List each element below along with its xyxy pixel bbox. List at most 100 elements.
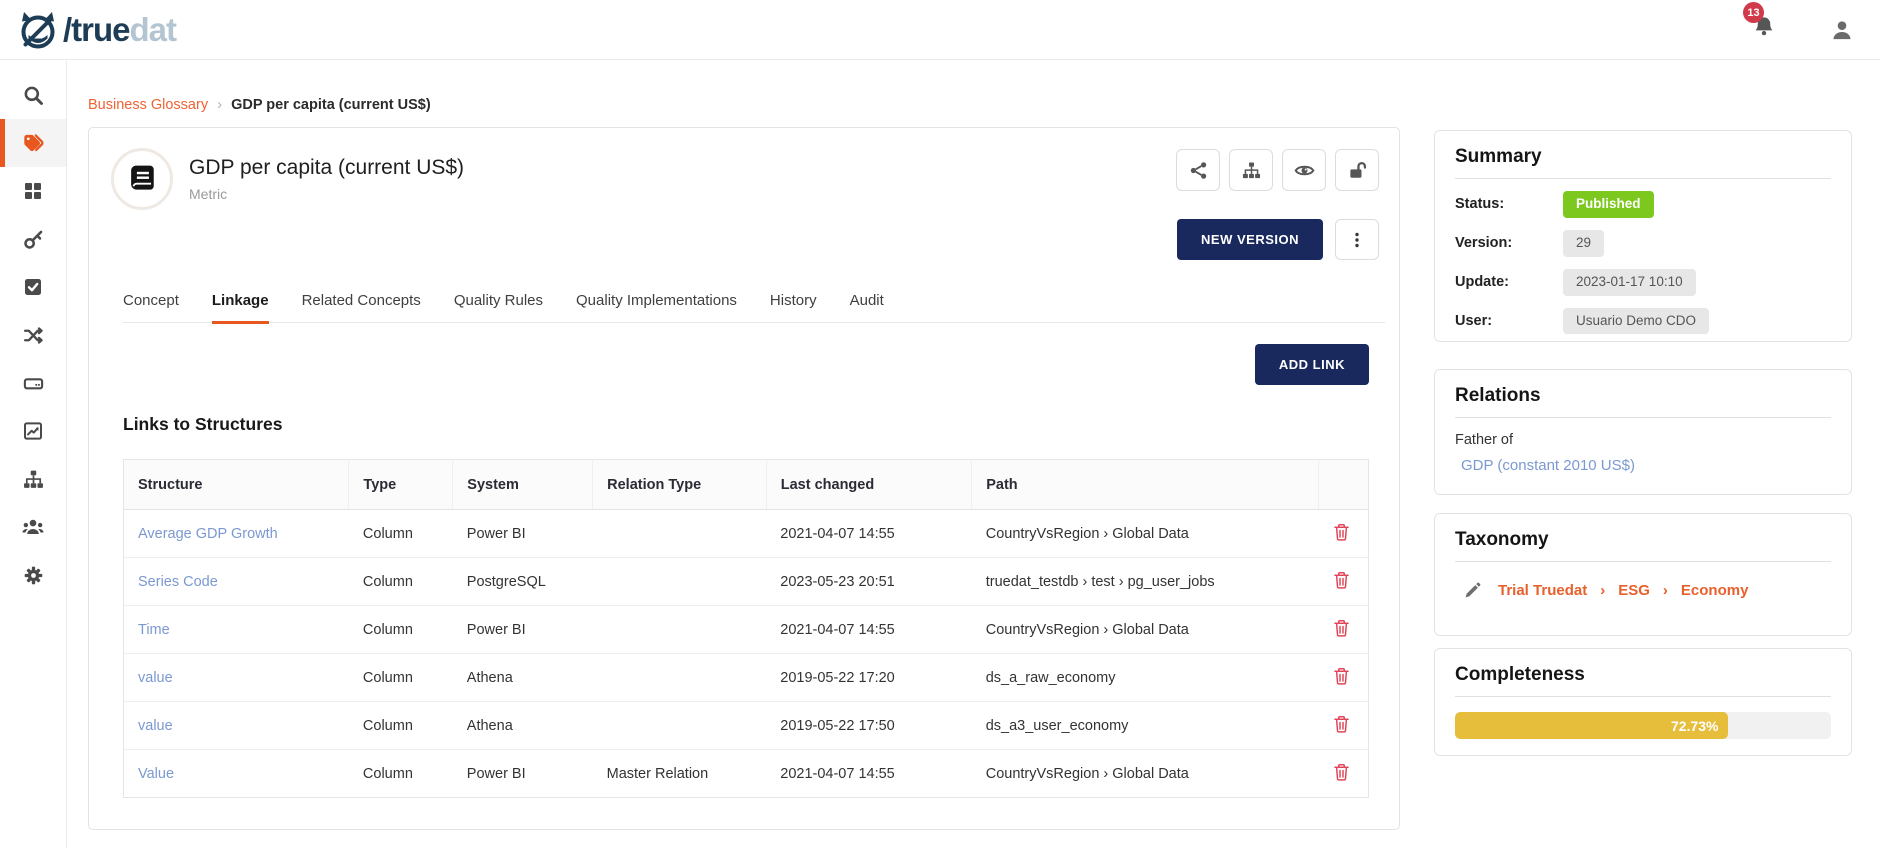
notifications-button[interactable]: 13	[1752, 15, 1776, 44]
completeness-fill: 72.73%	[1455, 712, 1728, 739]
watch-button[interactable]	[1282, 149, 1326, 191]
truedat-logo[interactable]: /truedat	[16, 8, 176, 52]
col-actions	[1319, 460, 1369, 510]
table-row: ValueColumnPower BIMaster Relation2021-0…	[124, 750, 1369, 798]
structure-link[interactable]: value	[138, 670, 173, 686]
cell-type: Column	[349, 558, 453, 606]
tab-quality-implementations[interactable]: Quality Implementations	[576, 292, 737, 324]
tab-concept[interactable]: Concept	[123, 292, 179, 324]
new-version-button[interactable]: NEW VERSION	[1177, 219, 1323, 260]
trash-icon	[1333, 667, 1350, 685]
sitemap-icon	[23, 469, 44, 490]
sidebar-item-permissions[interactable]	[0, 215, 66, 263]
add-link-button[interactable]: ADD LINK	[1255, 344, 1369, 385]
structure-link[interactable]: Value	[138, 766, 174, 782]
summary-user-row: User: Usuario Demo CDO	[1455, 308, 1831, 335]
concept-toolbar	[1176, 149, 1379, 191]
tab-linkage[interactable]: Linkage	[212, 292, 269, 324]
sidebar	[0, 61, 67, 848]
delete-link-button[interactable]	[1333, 523, 1350, 541]
more-actions-button[interactable]	[1335, 219, 1379, 260]
sidebar-item-insights[interactable]	[0, 407, 66, 455]
concept-title: GDP per capita (current US$)	[189, 156, 464, 180]
table-row: valueColumnAthena2019-05-22 17:50ds_a3_u…	[124, 702, 1369, 750]
structure-link[interactable]: Average GDP Growth	[138, 526, 278, 542]
taxonomy-link-subdomain[interactable]: ESG	[1618, 582, 1650, 599]
table-row: Average GDP GrowthColumnPower BI2021-04-…	[124, 510, 1369, 558]
delete-link-button[interactable]	[1333, 763, 1350, 781]
delete-link-button[interactable]	[1333, 619, 1350, 637]
cell-type: Column	[349, 510, 453, 558]
version-value: 29	[1563, 230, 1604, 257]
tab-history[interactable]: History	[770, 292, 817, 324]
cell-relation-type	[593, 510, 767, 558]
hard-drive-icon	[23, 373, 44, 394]
user-value: Usuario Demo CDO	[1563, 308, 1709, 335]
cell-relation-type	[593, 606, 767, 654]
sidebar-item-glossary[interactable]	[0, 119, 66, 167]
summary-panel: Summary Status: Published Version: 29 Up…	[1434, 130, 1852, 342]
links-section-title: Links to Structures	[123, 414, 282, 435]
col-last-changed: Last changed	[766, 460, 971, 510]
breadcrumb-current: GDP per capita (current US$)	[231, 97, 431, 113]
table-row: valueColumnAthena2019-05-22 17:20ds_a_ra…	[124, 654, 1369, 702]
trash-icon	[1333, 619, 1350, 637]
sidebar-item-users[interactable]	[0, 503, 66, 551]
cell-type: Column	[349, 702, 453, 750]
col-type: Type	[349, 460, 453, 510]
lineage-button[interactable]	[1229, 149, 1273, 191]
sidebar-item-lineage[interactable]	[0, 311, 66, 359]
lock-button[interactable]	[1335, 149, 1379, 191]
relation-link[interactable]: GDP (constant 2010 US$)	[1461, 457, 1831, 474]
concept-actions: NEW VERSION	[1177, 219, 1379, 260]
cell-path: CountryVsRegion › Global Data	[972, 510, 1319, 558]
eye-icon	[1294, 160, 1315, 181]
structure-link[interactable]: Time	[138, 622, 170, 638]
taxonomy-link-domain[interactable]: Trial Truedat	[1498, 582, 1587, 599]
users-icon	[22, 516, 44, 538]
concept-avatar	[111, 148, 173, 210]
sidebar-item-settings[interactable]	[0, 551, 66, 599]
logo-wordmark: /truedat	[63, 13, 176, 46]
completeness-panel: Completeness 72.73%	[1434, 648, 1852, 756]
book-icon	[126, 163, 158, 195]
tab-related-concepts[interactable]: Related Concepts	[302, 292, 421, 324]
tags-icon	[22, 132, 44, 154]
cell-last-changed: 2019-05-22 17:50	[766, 702, 971, 750]
sidebar-item-quality[interactable]	[0, 263, 66, 311]
tab-audit[interactable]: Audit	[850, 292, 884, 324]
structure-link[interactable]: value	[138, 718, 173, 734]
cell-path: CountryVsRegion › Global Data	[972, 750, 1319, 798]
edit-taxonomy-button[interactable]	[1463, 581, 1482, 600]
breadcrumb-parent-link[interactable]: Business Glossary	[88, 97, 208, 113]
tab-quality-rules[interactable]: Quality Rules	[454, 292, 543, 324]
structure-link[interactable]: Series Code	[138, 574, 218, 590]
sidebar-item-data-catalog[interactable]	[0, 359, 66, 407]
completeness-value: 72.73%	[1671, 718, 1718, 734]
cell-path: truedat_testdb › test › pg_user_jobs	[972, 558, 1319, 606]
links-table: Structure Type System Relation Type Last…	[123, 459, 1369, 798]
sidebar-item-search[interactable]	[0, 71, 66, 119]
cell-path: ds_a_raw_economy	[972, 654, 1319, 702]
sidebar-item-taxonomy[interactable]	[0, 455, 66, 503]
user-menu-button[interactable]	[1830, 18, 1854, 42]
cell-last-changed: 2021-04-07 14:55	[766, 606, 971, 654]
share-button[interactable]	[1176, 149, 1220, 191]
sidebar-item-dashboards[interactable]	[0, 167, 66, 215]
shuffle-icon	[23, 325, 44, 346]
taxonomy-link-leaf[interactable]: Economy	[1681, 582, 1749, 599]
delete-link-button[interactable]	[1333, 715, 1350, 733]
concept-card: GDP per capita (current US$) Metric	[88, 127, 1400, 830]
key-icon	[23, 229, 44, 250]
table-row: Series CodeColumnPostgreSQL2023-05-23 20…	[124, 558, 1369, 606]
delete-link-button[interactable]	[1333, 667, 1350, 685]
cell-relation-type	[593, 558, 767, 606]
summary-title: Summary	[1455, 146, 1831, 179]
completeness-track: 72.73%	[1455, 712, 1831, 739]
update-label: Update:	[1455, 274, 1563, 290]
cell-system: PostgreSQL	[453, 558, 593, 606]
summary-status-row: Status: Published	[1455, 191, 1831, 218]
concept-tabs: Concept Linkage Related Concepts Quality…	[123, 292, 1385, 323]
delete-link-button[interactable]	[1333, 571, 1350, 589]
user-icon	[1830, 18, 1854, 42]
